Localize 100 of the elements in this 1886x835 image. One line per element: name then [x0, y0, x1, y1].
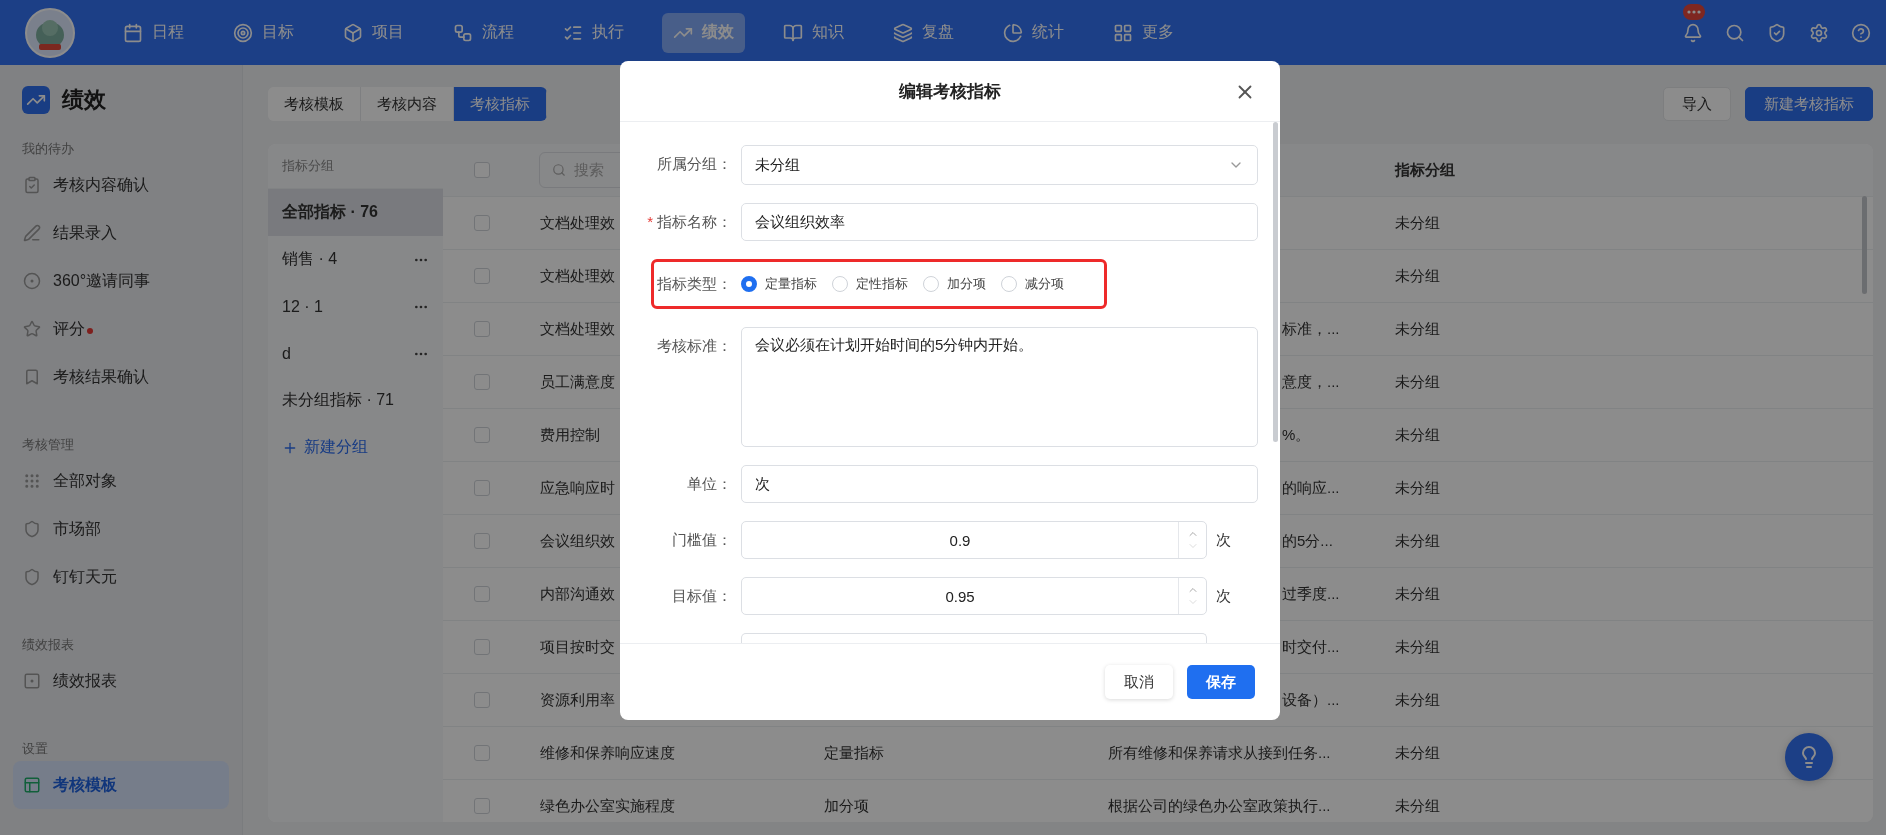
bell-icon[interactable]: [1683, 22, 1703, 43]
sidebar-item[interactable]: 评分: [13, 305, 229, 353]
tab[interactable]: 考核指标: [454, 87, 547, 121]
table-cell: 定量指标: [824, 743, 884, 761]
number-field[interactable]: 0.9: [741, 521, 1207, 560]
sidebar-item[interactable]: 绩效报表: [13, 657, 229, 705]
sidebar-item[interactable]: 考核模板: [13, 761, 229, 809]
create-button[interactable]: 新建考核指标: [1745, 87, 1873, 121]
field-label: 指标名称：: [657, 213, 732, 230]
table-cell: %。: [1282, 425, 1311, 443]
table-cell: 未分组: [1395, 531, 1440, 549]
sidebar-item[interactable]: 考核结果确认: [13, 353, 229, 401]
nav-item[interactable]: 复盘: [882, 12, 965, 53]
sidebar-item[interactable]: 结果录入: [13, 209, 229, 257]
table-cell: 根据公司的绿色办公室政策执行...: [1108, 796, 1331, 814]
required-mark: *: [647, 213, 653, 230]
checkbox[interactable]: [473, 374, 490, 390]
cancel-button[interactable]: 取消: [1105, 665, 1173, 699]
radio-option[interactable]: 定性指标: [832, 275, 908, 294]
chart-icon: [22, 86, 50, 114]
table-cell: 的5分...: [1282, 531, 1333, 549]
table-cell: 意度，...: [1282, 372, 1340, 390]
table-cell: 时交付...: [1282, 637, 1340, 655]
sidebar-item[interactable]: 钉钉天元: [13, 553, 229, 601]
table-cell: 未分组: [1395, 690, 1440, 708]
import-button[interactable]: 导入: [1663, 87, 1731, 121]
checkbox[interactable]: [473, 162, 490, 178]
clipboard-icon: [23, 176, 41, 194]
checkbox[interactable]: [473, 268, 490, 284]
add-group-link[interactable]: 新建分组: [268, 424, 443, 471]
template-icon: [23, 776, 41, 794]
sidebar-item[interactable]: 全部对象: [13, 457, 229, 505]
sidebar-item[interactable]: 市场部: [13, 505, 229, 553]
table-cell: 设备）...: [1282, 690, 1340, 708]
sidebar-item[interactable]: 360°邀请同事: [13, 257, 229, 305]
checkbox[interactable]: [473, 215, 490, 231]
nav-item[interactable]: 知识: [772, 12, 855, 53]
table-cell: 标准，...: [1282, 319, 1340, 337]
table-cell: 未分组: [1395, 743, 1440, 761]
shield-icon[interactable]: [1767, 22, 1787, 43]
table-cell: 未分组: [1395, 266, 1440, 284]
nav-item[interactable]: 日程: [112, 12, 195, 53]
search-icon: [552, 163, 566, 177]
target-icon: [233, 22, 253, 43]
sidebar-item[interactable]: 考核内容确认: [13, 161, 229, 209]
nav-item[interactable]: 项目: [332, 12, 415, 53]
unit-suffix: 次: [1216, 587, 1231, 606]
search-icon[interactable]: [1725, 22, 1745, 43]
settings-icon[interactable]: [1809, 22, 1829, 43]
checkbox[interactable]: [473, 745, 490, 761]
section-heading: 考核管理: [21, 436, 75, 454]
save-button[interactable]: 保存: [1187, 665, 1255, 699]
group-item[interactable]: 全部指标 · 76: [268, 189, 443, 236]
nav-item[interactable]: 统计: [992, 12, 1075, 53]
text-area[interactable]: 会议必须在计划开始时间的5分钟内开始。: [741, 327, 1258, 448]
number-field[interactable]: 0.95: [741, 577, 1207, 616]
checkbox[interactable]: [473, 639, 490, 655]
bookmark-icon: [23, 368, 41, 386]
table-cell: 未分组: [1395, 796, 1440, 814]
notification-badge-icon: [1683, 4, 1705, 20]
field-label: 考核标准：: [657, 337, 732, 355]
table-cell: 未分组: [1395, 425, 1440, 443]
table-cell: 维修和保养响应速度: [540, 743, 675, 761]
checkbox[interactable]: [473, 586, 490, 602]
table-cell: 未分组: [1395, 478, 1440, 496]
radio-button[interactable]: [741, 276, 757, 293]
table-cell: 资源利用率: [540, 690, 615, 708]
radio-option[interactable]: 定量指标: [741, 275, 817, 294]
table-cell: 未分组: [1395, 319, 1440, 337]
checkbox[interactable]: [473, 321, 490, 337]
table-cell: 所有维修和保养请求从接到任务...: [1108, 743, 1331, 761]
checkbox[interactable]: [473, 798, 490, 814]
field-label: 指标类型：: [657, 275, 732, 293]
table-cell: 的响应...: [1282, 478, 1340, 496]
input-field[interactable]: 会议组织效率: [741, 203, 1258, 241]
radio-option[interactable]: 减分项: [1001, 275, 1064, 294]
table-cell: 绿色办公室实施程度: [540, 796, 675, 814]
nav-item[interactable]: 执行: [552, 12, 635, 53]
table-cell: 未分组: [1395, 372, 1440, 390]
circle-icon: [23, 272, 41, 290]
nav-item[interactable]: 更多: [1102, 12, 1185, 53]
cube-icon: [343, 22, 363, 43]
flow-icon: [453, 22, 473, 43]
table-cell: 应急响应时: [540, 478, 615, 496]
checkbox[interactable]: [473, 480, 490, 496]
field-label: 目标值：: [672, 587, 732, 605]
nav-item[interactable]: 流程: [442, 12, 525, 53]
table-cell: 未分组: [1395, 213, 1440, 231]
select-field[interactable]: 未分组: [741, 145, 1258, 185]
nav-item[interactable]: 目标: [222, 12, 305, 53]
checkbox[interactable]: [473, 692, 490, 708]
section-heading: 设置: [21, 740, 49, 758]
pie-chart-icon: [1003, 22, 1023, 43]
checkbox[interactable]: [473, 427, 490, 443]
checkbox[interactable]: [473, 533, 490, 549]
radio-option[interactable]: 加分项: [923, 275, 986, 294]
help-icon[interactable]: [1851, 22, 1871, 43]
input-field[interactable]: 次: [741, 465, 1258, 504]
dialog-title: 编辑考核指标: [899, 80, 1001, 103]
field-label: 单位：: [687, 475, 732, 493]
